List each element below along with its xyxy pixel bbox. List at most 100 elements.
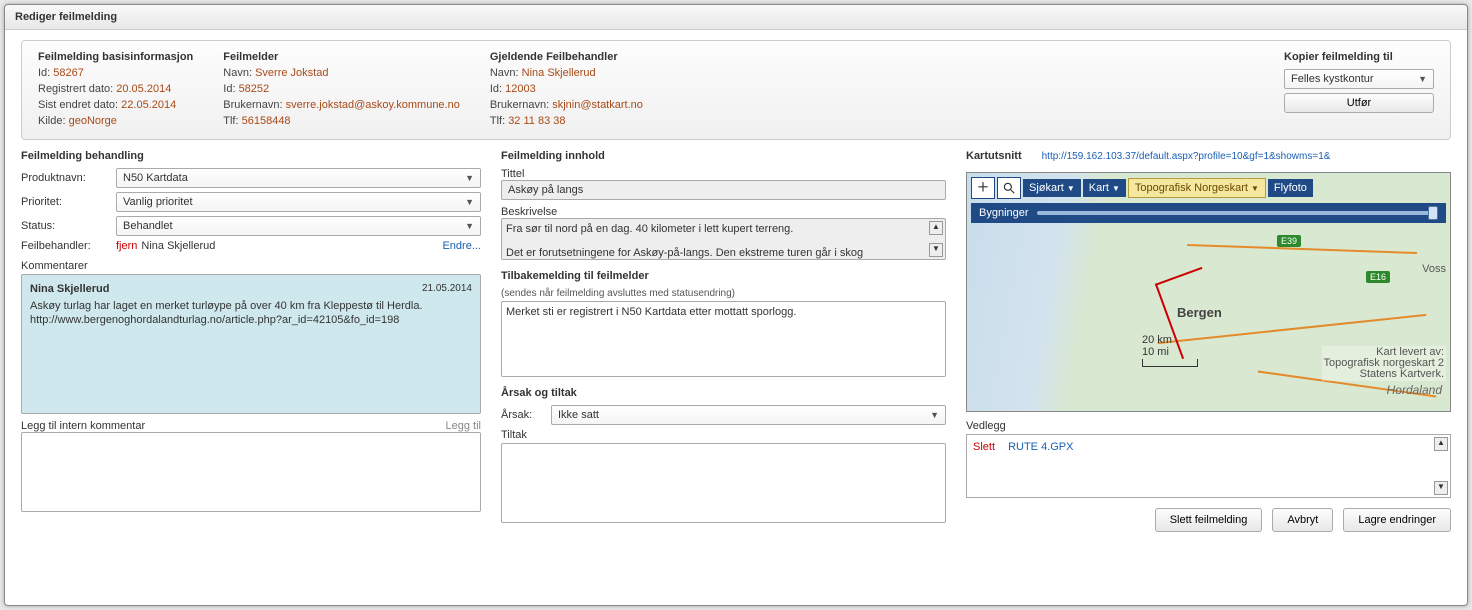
status-select[interactable]: Behandlet ▼ xyxy=(116,216,481,236)
behandler-id-label: Id: xyxy=(490,83,502,95)
behandler-bruker-label: Brukernavn: xyxy=(490,99,549,111)
melder-bruker: sverre.jokstad@askoy.kommune.no xyxy=(286,99,460,111)
lagre-button[interactable]: Lagre endringer xyxy=(1343,508,1451,532)
basis-id: 58267 xyxy=(53,67,84,79)
behandler-id: 12003 xyxy=(505,83,536,95)
tiltak-label: Tiltak xyxy=(501,429,946,441)
basis-id-label: Id: xyxy=(38,67,50,79)
produkt-label: Produktnavn: xyxy=(21,172,116,184)
slett-feilmelding-button[interactable]: Slett feilmelding xyxy=(1155,508,1263,532)
behandler-title: Gjeldende Feilbehandler xyxy=(490,51,643,63)
scroll-up-icon[interactable]: ▲ xyxy=(1434,437,1448,451)
avbryt-button[interactable]: Avbryt xyxy=(1272,508,1333,532)
map[interactable]: Sjøkart▼ Kart▼ Topografisk Norgeskart▼ F… xyxy=(966,172,1451,412)
map-label-bergen: Bergen xyxy=(1177,305,1222,320)
zoom-tool-icon[interactable] xyxy=(997,177,1021,199)
melder-id: 58252 xyxy=(239,83,270,95)
chevron-down-icon: ▼ xyxy=(1251,184,1259,193)
dialog-window: Rediger feilmelding Feilmelding basisinf… xyxy=(4,4,1468,606)
feilbeh-name: Nina Skjellerud xyxy=(141,240,215,252)
innhold-title: Feilmelding innhold xyxy=(501,150,946,162)
prioritet-select[interactable]: Vanlig prioritet ▼ xyxy=(116,192,481,212)
chevron-down-icon: ▼ xyxy=(1112,184,1120,193)
prioritet-value: Vanlig prioritet xyxy=(123,196,193,208)
leggtil-link[interactable]: Legg til xyxy=(446,420,481,432)
pan-tool-icon[interactable] xyxy=(971,177,995,199)
basis-reg-label: Registrert dato: xyxy=(38,83,113,95)
status-label: Status: xyxy=(21,220,116,232)
tilbake-sub: (sendes når feilmelding avsluttes med st… xyxy=(501,288,946,299)
slider-thumb[interactable] xyxy=(1428,206,1438,220)
melder-bruker-label: Brukernavn: xyxy=(223,99,282,111)
endre-link[interactable]: Endre... xyxy=(442,240,481,252)
basis-kilde: geoNorge xyxy=(69,115,117,127)
vedlegg-file-link[interactable]: RUTE 4.GPX xyxy=(1008,441,1073,453)
besk-area[interactable]: Fra sør til nord på en dag. 40 kilometer… xyxy=(501,218,946,260)
behandler-bruker: skjnin@statkart.no xyxy=(552,99,643,111)
vedlegg-title: Vedlegg xyxy=(966,420,1451,432)
melder-tlf-label: Tlf: xyxy=(223,115,238,127)
intern-kommentar-input[interactable] xyxy=(21,432,481,512)
kopi-title: Kopier feilmelding til xyxy=(1284,51,1434,63)
layer-flyfoto[interactable]: Flyfoto xyxy=(1268,179,1313,197)
behandler-navn: Nina Skjellerud xyxy=(522,67,596,79)
arsak-value: Ikke satt xyxy=(558,409,599,421)
arsak-label: Årsak: xyxy=(501,409,551,421)
kommentar-date: 21.05.2014 xyxy=(422,283,472,294)
kommentar-title: Kommentarer xyxy=(21,260,481,272)
scroll-up-icon[interactable]: ▲ xyxy=(929,221,943,235)
behandler-tlf-label: Tlf: xyxy=(490,115,505,127)
scroll-down-icon[interactable]: ▼ xyxy=(929,243,943,257)
layer-kart[interactable]: Kart▼ xyxy=(1083,179,1126,197)
tilbake-input[interactable]: Merket sti er registrert i N50 Kartdata … xyxy=(501,301,946,377)
kommentar-author: Nina Skjellerud xyxy=(30,283,472,295)
kart-link[interactable]: http://159.162.103.37/default.aspx?profi… xyxy=(1042,151,1451,162)
scroll-down-icon[interactable]: ▼ xyxy=(1434,481,1448,495)
feilbeh-label: Feilbehandler: xyxy=(21,240,116,252)
chevron-down-icon: ▼ xyxy=(465,197,474,207)
chevron-down-icon: ▼ xyxy=(1067,184,1075,193)
scale-bar: 20 km 10 mi xyxy=(1142,334,1198,367)
basis-endret: 22.05.2014 xyxy=(121,99,176,111)
arsak-select[interactable]: Ikke satt▼ xyxy=(551,405,946,425)
layer-sjokart[interactable]: Sjøkart▼ xyxy=(1023,179,1081,197)
arsak-title: Årsak og tiltak xyxy=(501,387,946,399)
kommentar-box: Nina Skjellerud 21.05.2014 Askøy turlag … xyxy=(21,274,481,414)
map-label-hordaland: Hordaland xyxy=(1387,383,1442,397)
produkt-value: N50 Kartdata xyxy=(123,172,188,184)
basis-endret-label: Sist endret dato: xyxy=(38,99,118,111)
besk-text: Fra sør til nord på en dag. 40 kilometer… xyxy=(506,223,941,259)
utfor-button[interactable]: Utfør xyxy=(1284,93,1434,113)
chevron-down-icon: ▼ xyxy=(465,221,474,231)
melder-navn-label: Navn: xyxy=(223,67,252,79)
produkt-select[interactable]: N50 Kartdata ▼ xyxy=(116,168,481,188)
kommentar-text: Askøy turlag har laget en merket turløyp… xyxy=(30,299,472,327)
tiltak-input[interactable] xyxy=(501,443,946,523)
besk-label: Beskrivelse xyxy=(501,206,946,218)
info-panel: Feilmelding basisinformasjon Id: 58267 R… xyxy=(21,40,1451,140)
tilbake-text: Merket sti er registrert i N50 Kartdata … xyxy=(506,306,796,318)
melder-id-label: Id: xyxy=(223,83,235,95)
tittel-input[interactable] xyxy=(501,180,946,200)
opacity-slider[interactable] xyxy=(1037,211,1438,215)
slett-vedlegg-link[interactable]: Slett xyxy=(973,441,995,453)
chevron-down-icon: ▼ xyxy=(1418,74,1427,84)
behandler-tlf: 32 11 83 38 xyxy=(508,115,565,127)
basis-reg: 20.05.2014 xyxy=(116,83,171,95)
kopi-select[interactable]: Felles kystkontur▼ xyxy=(1284,69,1434,89)
kart-title: Kartutsnitt xyxy=(966,150,1022,162)
chevron-down-icon: ▼ xyxy=(465,173,474,183)
window-title: Rediger feilmelding xyxy=(5,5,1467,30)
vedlegg-box: Slett RUTE 4.GPX ▲ ▼ xyxy=(966,434,1451,498)
map-label-voss: Voss xyxy=(1422,263,1446,275)
melder-navn: Sverre Jokstad xyxy=(255,67,328,79)
layer-topo[interactable]: Topografisk Norgeskart▼ xyxy=(1128,178,1266,198)
prioritet-label: Prioritet: xyxy=(21,196,116,208)
behandling-title: Feilmelding behandling xyxy=(21,150,481,162)
behandler-navn-label: Navn: xyxy=(490,67,519,79)
melder-title: Feilmelder xyxy=(223,51,460,63)
basis-title: Feilmelding basisinformasjon xyxy=(38,51,193,63)
status-value: Behandlet xyxy=(123,220,173,232)
basis-kilde-label: Kilde: xyxy=(38,115,66,127)
fjern-link[interactable]: fjern xyxy=(116,240,137,252)
